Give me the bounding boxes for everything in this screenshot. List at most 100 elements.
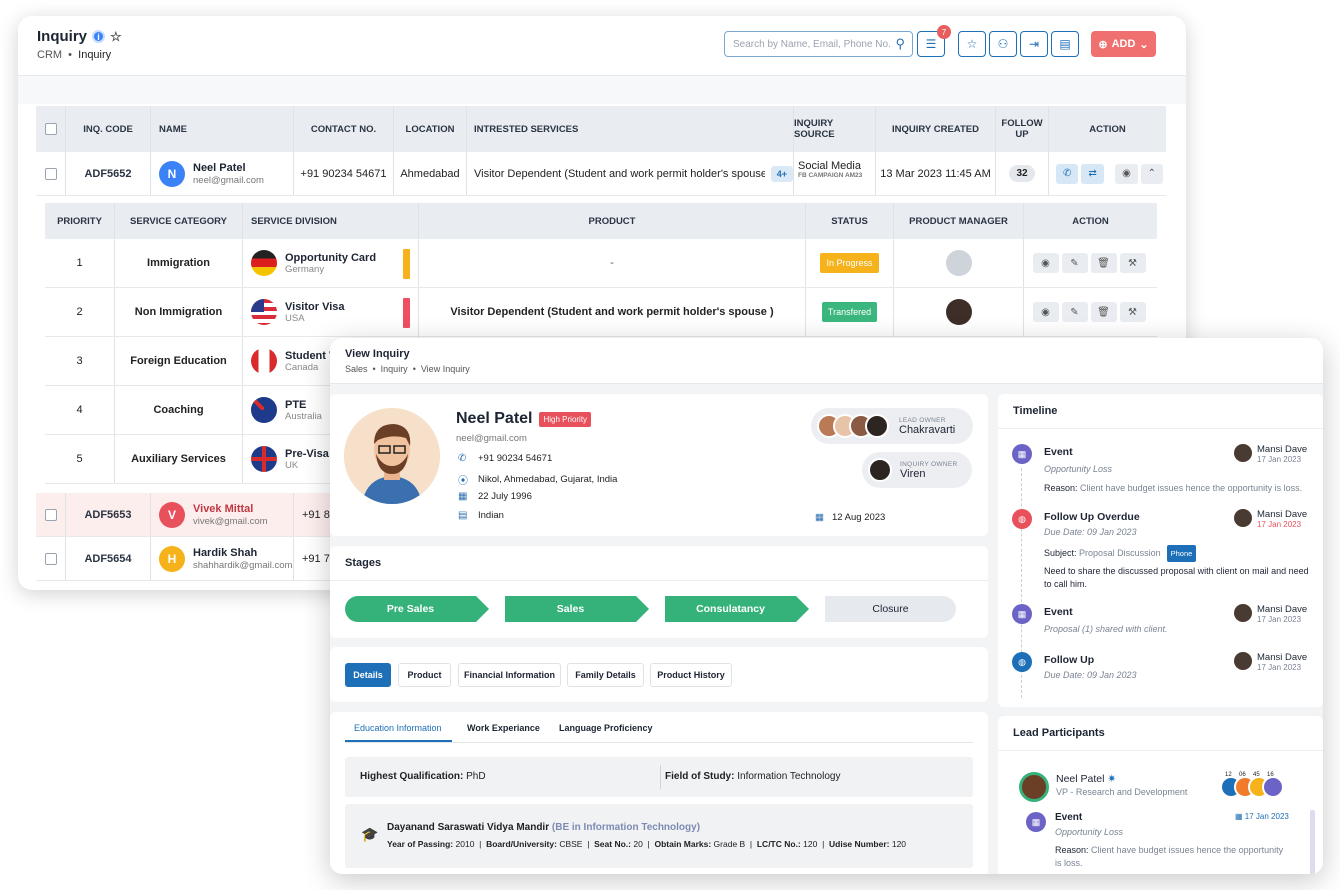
tab-financial-information[interactable]: Financial Information [458, 663, 561, 687]
priority: 3 [45, 337, 115, 385]
tools-icon[interactable]: ⚒ [1119, 253, 1146, 273]
profile-address: Nikol, Ahmedabad, Gujarat, India [478, 474, 618, 485]
status-cell: Transfered [806, 288, 894, 336]
search-placeholder: Search by Name, Email, Phone No. [733, 39, 891, 50]
participant-event-title: Event [1055, 812, 1083, 823]
timeline-item-sub: Due Date: 09 Jan 2023 [1044, 527, 1137, 537]
detail-value: Grade B [713, 839, 746, 849]
info-icon[interactable]: i [92, 30, 106, 43]
stage-arrow [636, 596, 649, 622]
education-card: Education Information Work Experiance La… [330, 712, 988, 874]
pin-icon[interactable]: ☆ [110, 29, 122, 45]
stage-sales[interactable]: Sales [505, 596, 636, 622]
export-excel-button[interactable]: ▤ [1051, 31, 1079, 57]
stage-pre-sales[interactable]: Pre Sales [345, 596, 476, 622]
field-of-study: Field of Study: Information Technology [665, 771, 840, 782]
col-source[interactable]: INQUIRY SOURCE [794, 106, 876, 152]
delete-icon[interactable]: 🗑 [1090, 302, 1117, 322]
row-checkbox[interactable] [44, 167, 57, 180]
row-checkbox[interactable] [44, 552, 57, 565]
collapse-icon[interactable]: ⌃ [1140, 163, 1163, 184]
uk-flag-icon [251, 446, 277, 472]
canada-flag-icon [251, 348, 277, 374]
view-inquiry-header: View Inquiry Sales • Inquiry • View Inqu… [330, 338, 1323, 384]
col-inq-code[interactable]: INQ. CODE [66, 106, 151, 152]
favorite-button[interactable]: ☆ [958, 31, 986, 57]
participant-event-date: 17 Jan 2023 [1244, 812, 1289, 821]
inquiry-header: Inquiry i ☆ CRM • Inquiry Search by Name… [18, 16, 1186, 76]
edit-icon[interactable]: ✎ [1061, 302, 1088, 322]
inquiry-owner-pill[interactable]: INQUIRY OWNER Viren [862, 452, 972, 488]
breadcrumb: CRM • Inquiry [37, 49, 112, 61]
col-name[interactable]: NAME [151, 106, 294, 152]
col-location[interactable]: LOCATION [394, 106, 467, 152]
view-icon[interactable]: ◉ [1032, 302, 1059, 322]
breadcrumb-inquiry[interactable]: Inquiry [381, 364, 408, 374]
subtab-work-experience[interactable]: Work Experiance [467, 723, 540, 733]
service-category: Non Immigration [115, 288, 243, 336]
profile-phone[interactable]: +91 90234 54671 [478, 453, 552, 464]
page-title: View Inquiry [345, 348, 410, 360]
inq-code[interactable]: ADF5652 [66, 152, 151, 195]
subtab-education[interactable]: Education Information [354, 723, 442, 733]
stage-consultancy[interactable]: Consulatancy [665, 596, 796, 622]
row-actions: ✆ ⇄ ◉ ⌃ [1049, 152, 1166, 195]
profile-dob-row: ▦ 22 July 1996 [458, 491, 532, 502]
tools-icon[interactable]: ⚒ [1119, 302, 1146, 322]
detail-value: 20 [633, 839, 643, 849]
tab-product-history[interactable]: Product History [650, 663, 732, 687]
sub-col-division: SERVICE DIVISION [243, 203, 419, 239]
customer-name[interactable]: Hardik Shah [193, 547, 292, 559]
filter-button[interactable]: ☰ 7 [917, 25, 951, 57]
breadcrumb-crm[interactable]: CRM [37, 49, 62, 61]
sub-col-product: PRODUCT [419, 203, 806, 239]
edit-icon[interactable]: ✎ [1061, 253, 1088, 273]
col-follow-up[interactable]: FOLLOW UP [996, 106, 1049, 152]
call-icon[interactable]: ✆ [1056, 163, 1079, 184]
field-value: Information Technology [737, 771, 841, 782]
timeline-item-sub: Opportunity Loss [1044, 464, 1113, 474]
search-input[interactable]: Search by Name, Email, Phone No. ⚲ [724, 31, 913, 57]
participants-card: Lead Participants Neel Patel ✷ VP - Rese… [998, 716, 1323, 874]
col-created[interactable]: INQUIRY CREATED [876, 106, 996, 152]
add-button[interactable]: ⊕ ADD ⌄ [1091, 31, 1156, 57]
import-button[interactable]: ⇥ [1020, 31, 1048, 57]
stage-closure[interactable]: Closure [825, 596, 956, 622]
star-icon: ☆ [966, 37, 978, 51]
view-icon[interactable]: ◉ [1032, 253, 1059, 273]
breadcrumb-sales[interactable]: Sales [345, 364, 368, 374]
profile-email[interactable]: neel@gmail.com [456, 433, 527, 444]
search-icon[interactable]: ⚲ [895, 36, 905, 52]
avatar [945, 250, 972, 276]
highest-value: PhD [466, 771, 486, 782]
scrollbar[interactable] [1310, 810, 1315, 874]
profile-nationality: Indian [478, 510, 504, 521]
view-icon[interactable]: ◉ [1115, 163, 1138, 184]
lead-owner-pill[interactable]: LEAD OWNER Chakravarti [811, 408, 973, 444]
services-more-badge[interactable]: 4+ [770, 165, 793, 182]
service-category: Immigration [115, 239, 243, 287]
tab-details[interactable]: Details [345, 663, 391, 687]
tab-product[interactable]: Product [398, 663, 451, 687]
col-contact[interactable]: CONTACT NO. [294, 106, 394, 152]
delete-icon[interactable]: 🗑 [1090, 253, 1117, 273]
transfer-icon[interactable]: ⇄ [1081, 163, 1104, 184]
division-text: Visitor Visa USA [285, 301, 345, 324]
customer-name[interactable]: Vivek Mittal [193, 503, 268, 515]
col-services[interactable]: INTRESTED SERVICES [467, 106, 794, 152]
table-row[interactable]: ADF5652 N Neel Patel neel@gmail.com +91 … [36, 152, 1166, 196]
tab-family-details[interactable]: Family Details [567, 663, 644, 687]
follow-up-count[interactable]: 32 [1009, 165, 1035, 182]
lead-owner-name: Chakravarti [899, 423, 956, 436]
counter-chip[interactable]: 16 [1262, 772, 1284, 798]
timeline-item: ◍ Follow Up Due Date: 09 Jan 2023 Mansi … [1012, 652, 1310, 692]
subtab-language[interactable]: Language Proficiency [559, 723, 653, 733]
inq-code[interactable]: ADF5654 [66, 537, 151, 580]
bulk-assign-button[interactable]: ⚇ [989, 31, 1017, 57]
inq-code[interactable]: ADF5653 [66, 493, 151, 536]
customer-name[interactable]: Neel Patel [193, 162, 264, 174]
row-checkbox[interactable] [44, 508, 57, 521]
participant-name[interactable]: Neel Patel [1056, 773, 1104, 785]
select-all-checkbox[interactable] [44, 123, 57, 135]
avatar [1019, 772, 1049, 802]
